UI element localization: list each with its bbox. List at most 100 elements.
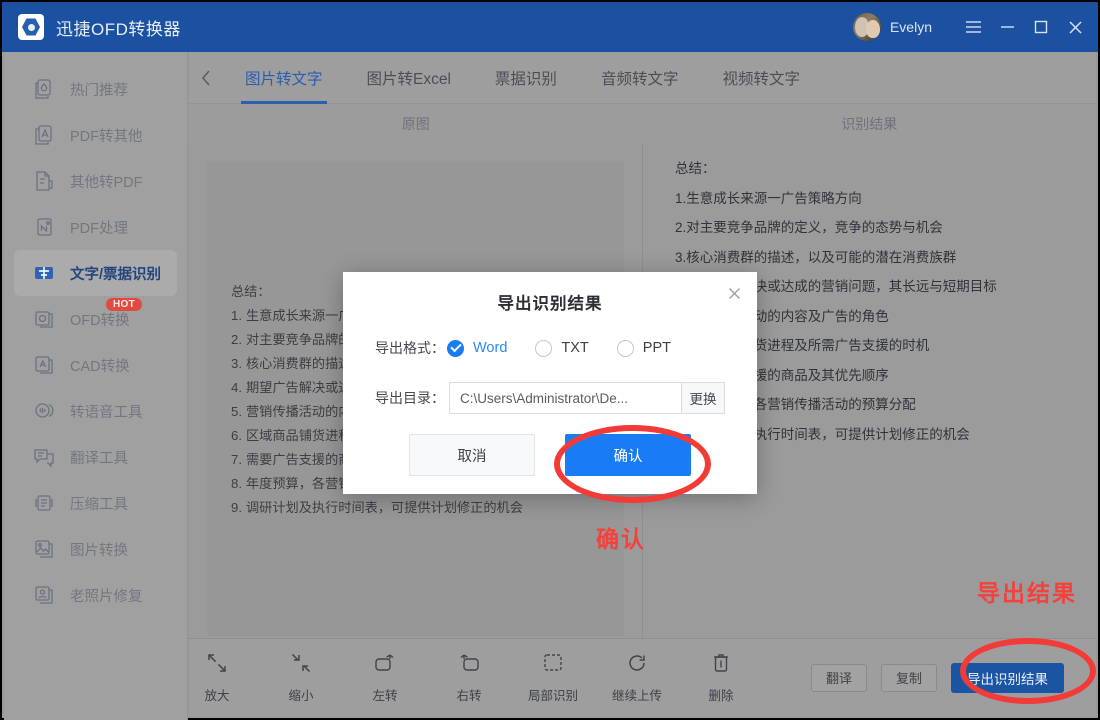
tool-label: 继续上传 — [611, 688, 662, 703]
sidebar-item-label: 翻译工具 — [70, 450, 128, 467]
tab-label: 图片转文字 — [245, 70, 323, 88]
tool-continue-upload[interactable]: 继续上传 — [609, 652, 665, 704]
radio-dot-icon — [535, 339, 553, 357]
confirm-button[interactable]: 确认 — [565, 434, 691, 476]
result-line: 3.核心消费群的描述，以及可能的潜在消费族群 — [675, 249, 957, 265]
tool-label: 右转 — [456, 688, 482, 703]
translate-button[interactable]: 翻译 — [810, 663, 867, 692]
panel-header-original: 原图 — [401, 116, 430, 132]
tab-video-to-text[interactable]: 视频转文字 — [700, 52, 822, 104]
sidebar-item-label: 老照片修复 — [70, 588, 143, 605]
sidebar-item-pdf-tools[interactable]: PDF处理 — [14, 204, 177, 250]
sidebar-item-label: CAD转换 — [70, 358, 130, 375]
result-line: 1.生意成长来源一广告策略方向 — [675, 190, 862, 206]
tab-bar: 图片转文字 图片转Excel 票据识别 音频转文字 视频转文字 — [189, 52, 1096, 104]
doc-line: 9. 调研计划及执行时间表，可提供计划修正的机会 — [231, 500, 523, 515]
copy-button[interactable]: 复制 — [880, 663, 937, 692]
close-icon[interactable] — [723, 282, 745, 304]
pdf-export-icon — [32, 123, 56, 147]
radio-dot-icon — [447, 339, 464, 357]
tool-label: 删除 — [708, 688, 734, 703]
cancel-button[interactable]: 取消 — [409, 434, 535, 476]
dialog-title: 导出识别结果 — [497, 295, 603, 313]
format-radio-group: Word TXT PPT — [447, 339, 671, 357]
radio-dot-icon — [616, 339, 634, 357]
radio-label: Word — [473, 340, 508, 356]
radio-txt[interactable]: TXT — [535, 339, 589, 357]
app-logo-icon — [18, 14, 44, 40]
sidebar-item-label: 热门推荐 — [70, 82, 128, 99]
sidebar-item-cad[interactable]: CAD转换 — [14, 342, 177, 388]
hamburger-icon[interactable] — [956, 2, 990, 52]
sidebar-item-hot[interactable]: 热门推荐 — [14, 66, 177, 112]
radio-word[interactable]: Word — [447, 339, 508, 357]
sidebar-item-compress[interactable]: 压缩工具 — [14, 480, 177, 526]
title-bar: 迅捷OFD转换器 Evelyn — [2, 2, 1098, 52]
sidebar-item-label: 压缩工具 — [70, 496, 128, 513]
sidebar-item-photo-restore[interactable]: 老照片修复 — [14, 572, 177, 618]
ofd-convert-icon — [32, 307, 56, 331]
radio-label: TXT — [561, 340, 589, 356]
sidebar-item-audio[interactable]: 转语音工具 — [14, 388, 177, 434]
minimize-icon[interactable] — [990, 2, 1024, 52]
directory-input[interactable]: C:\Users\Administrator\De... — [449, 382, 681, 414]
sidebar-item-ocr[interactable]: 文字/票据识别 — [14, 250, 177, 296]
browse-directory-button[interactable]: 更换 — [681, 382, 725, 414]
pdf-tools-icon — [32, 215, 56, 239]
directory-label: 导出目录： — [375, 390, 445, 406]
panel-header-result: 识别结果 — [841, 116, 898, 132]
app-title: 迅捷OFD转换器 — [56, 19, 181, 39]
result-actions: 翻译 复制 导出识别结果 — [749, 639, 1096, 716]
export-result-button[interactable]: 导出识别结果 — [951, 662, 1064, 693]
close-icon[interactable] — [1058, 2, 1092, 52]
image-convert-icon — [32, 537, 56, 561]
avatar[interactable] — [852, 13, 881, 41]
sidebar-item-label: 文字/票据识别 — [70, 266, 162, 283]
fire-stack-icon — [32, 77, 56, 101]
cad-convert-icon — [32, 353, 56, 377]
tool-partial-recognize[interactable]: 局部识别 — [525, 652, 581, 704]
export-dialog: 导出识别结果 导出格式： Word TXT PPT 导出目录： C:\Users… — [343, 272, 757, 494]
hot-badge: HOT — [106, 298, 143, 311]
tool-rotate-right[interactable]: 右转 — [441, 652, 497, 704]
tool-label: 左转 — [372, 688, 398, 703]
tab-image-to-excel[interactable]: 图片转Excel — [345, 52, 473, 104]
result-heading: 总结： — [675, 161, 716, 176]
zoom-out-icon — [290, 652, 312, 679]
format-label: 导出格式： — [375, 340, 445, 356]
tab-invoice-recognition[interactable]: 票据识别 — [473, 52, 579, 104]
maximize-icon[interactable] — [1024, 2, 1058, 52]
annotation-confirm: 确认 — [596, 526, 646, 552]
tool-label: 局部识别 — [527, 688, 578, 703]
dialog-actions: 取消 确认 — [343, 434, 757, 476]
application-window: 迅捷OFD转换器 Evelyn 热门推荐 PDF转其他 其他转PDF PDF处理… — [0, 0, 1100, 720]
username-label: Evelyn — [889, 19, 932, 35]
reload-upload-icon — [626, 652, 648, 679]
sidebar-item-label: 其他转PDF — [70, 174, 143, 191]
chevron-left-icon[interactable] — [189, 69, 223, 87]
tab-audio-to-text[interactable]: 音频转文字 — [579, 52, 701, 104]
tool-zoom-in[interactable]: 放大 — [189, 652, 245, 704]
annotation-export: 导出结果 — [977, 580, 1077, 606]
radio-label: PPT — [642, 340, 671, 356]
trash-icon — [711, 652, 731, 679]
tool-zoom-out[interactable]: 缩小 — [273, 652, 329, 704]
result-line: 2.对主要竞争品牌的定义，竞争的态势与机会 — [675, 220, 943, 235]
sidebar-item-ofd[interactable]: OFD转换 HOT — [14, 296, 177, 342]
format-row: 导出格式： Word TXT PPT — [343, 338, 757, 358]
tool-rotate-left[interactable]: 左转 — [357, 652, 413, 704]
sidebar-item-other-to-pdf[interactable]: 其他转PDF — [14, 158, 177, 204]
sidebar-item-label: 图片转换 — [70, 542, 128, 559]
tab-label: 音频转文字 — [600, 70, 679, 88]
radio-ppt[interactable]: PPT — [616, 339, 671, 357]
tab-label: 视频转文字 — [722, 70, 800, 88]
compress-icon — [32, 491, 56, 515]
sidebar-item-label: PDF处理 — [70, 220, 128, 237]
sidebar: 热门推荐 PDF转其他 其他转PDF PDF处理 文字/票据识别 OFD转换 H… — [4, 52, 188, 720]
tab-image-to-text[interactable]: 图片转文字 — [223, 52, 345, 104]
tab-label: 图片转Excel — [366, 70, 451, 88]
sidebar-item-image-convert[interactable]: 图片转换 — [14, 526, 177, 572]
sidebar-item-pdf-to-other[interactable]: PDF转其他 — [14, 112, 177, 158]
tool-delete[interactable]: 删除 — [693, 652, 749, 704]
sidebar-item-translate[interactable]: 翻译工具 — [14, 434, 177, 480]
